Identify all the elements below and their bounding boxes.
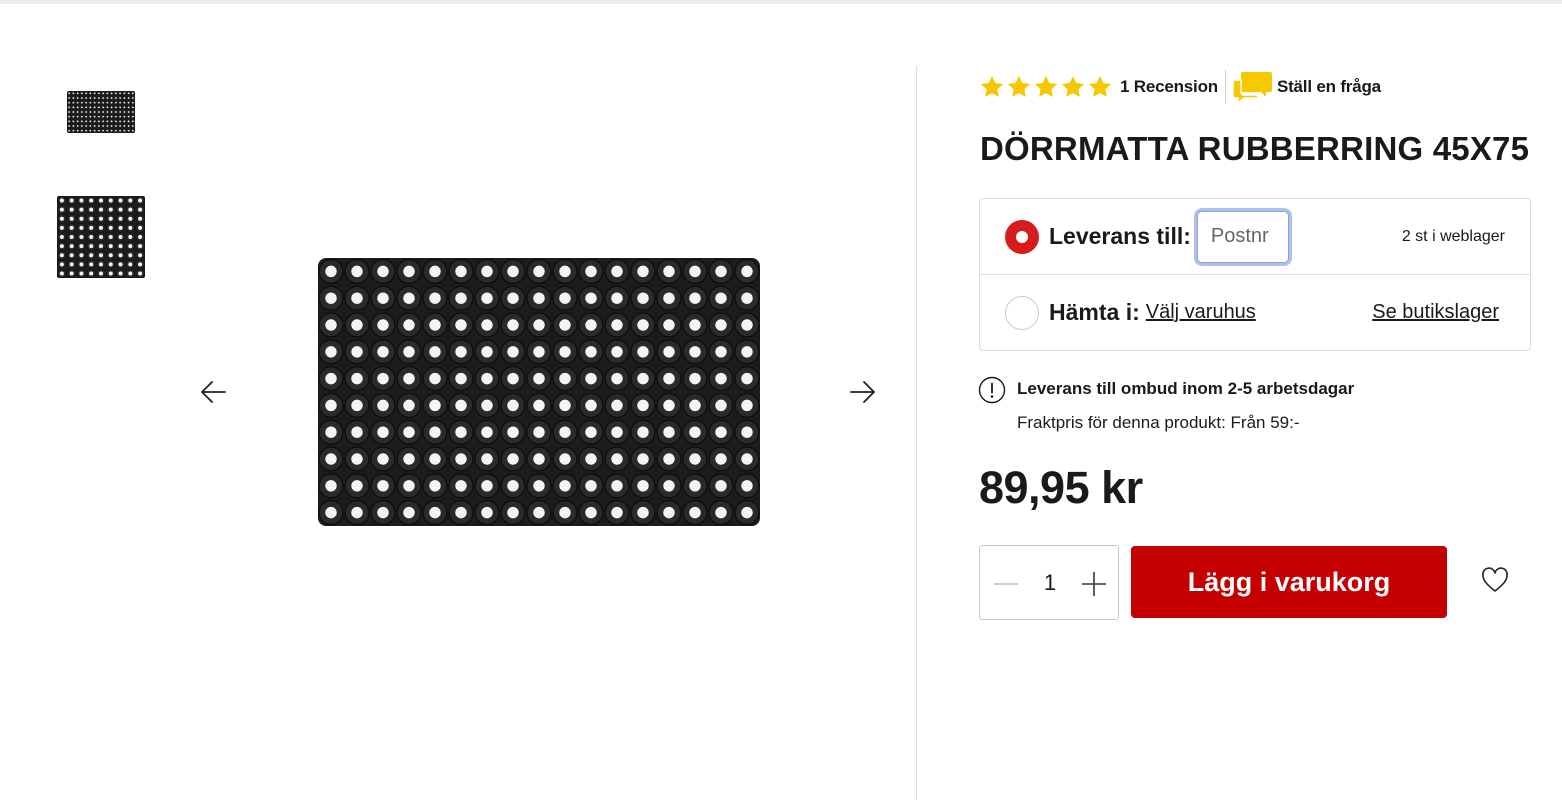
thumbnail-doormat-closeup[interactable] [56,195,146,279]
star-rating [979,74,1113,100]
gallery-prev-button[interactable] [197,376,229,408]
postnr-input[interactable] [1196,210,1289,263]
pickup-option-row[interactable]: Hämta i: Välj varuhus Se butikslager [980,275,1530,350]
star-icon [1061,75,1085,97]
star-icon [1007,75,1031,97]
plus-icon [1082,572,1106,596]
delivery-radio-selected[interactable] [1005,219,1039,254]
quantity-stepper: 1 [979,545,1119,620]
web-stock-text: 2 st i weblager [1401,227,1505,245]
quantity-value[interactable]: 1 [1030,570,1070,596]
store-stock-link[interactable]: Se butikslager [1372,301,1499,324]
heart-icon [1482,567,1508,592]
add-to-cart-button[interactable]: Lägg i varukorg [1131,546,1447,618]
shipping-price-text: Fraktpris för denna produkt: Från 59:- [1017,413,1300,432]
chat-bubbles-icon [1232,72,1272,104]
arrow-right-icon [850,381,875,403]
thumbnail-doormat[interactable] [66,90,136,134]
product-price: 89,95 kr [979,462,1143,513]
reviews-link[interactable]: 1 Recension [1120,77,1218,97]
wishlist-button[interactable] [1480,566,1510,594]
star-icon [1088,75,1112,97]
rating-row: 1 Recension Ställ en fråga [979,70,1381,104]
delivery-options: Leverans till: 2 st i weblager Hämta i: … [979,198,1531,351]
star-icon [1034,75,1058,97]
shipping-title: Leverans till ombud inom 2-5 arbetsdagar [1017,379,1355,398]
minus-icon [994,583,1018,585]
info-exclamation-icon [978,376,1006,404]
quantity-decrease-button[interactable] [992,571,1020,597]
top-border [0,0,1562,4]
rating-separator [1224,70,1226,104]
doormat-closeup-thumbnail-image [57,196,145,278]
column-divider [916,66,917,800]
arrow-left-icon [201,381,226,403]
product-title: DÖRRMATTA RUBBERRING 45X75 [980,130,1530,167]
pickup-label: Hämta i: [1049,299,1140,325]
delivery-option-row[interactable]: Leverans till: 2 st i weblager [980,199,1530,275]
ask-question-link[interactable]: Ställ en fråga [1277,77,1381,97]
quantity-increase-button[interactable] [1080,571,1108,597]
pickup-radio[interactable] [1005,295,1039,330]
gallery-next-button[interactable] [847,376,879,408]
choose-store-link[interactable]: Välj varuhus [1146,301,1256,324]
product-main-image [316,256,762,528]
doormat-thumbnail-image [67,91,135,133]
doormat-image [318,258,760,526]
star-icon [980,75,1004,97]
delivery-label: Leverans till: [1049,223,1191,249]
